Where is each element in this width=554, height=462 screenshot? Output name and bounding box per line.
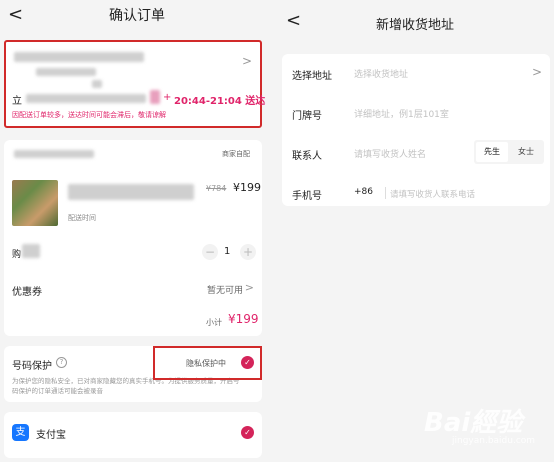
highlight-box	[153, 346, 262, 380]
select-address-label: 选择地址	[292, 71, 332, 82]
blurred-product-name	[68, 184, 194, 200]
coupon-label: 优惠券	[12, 287, 42, 298]
blurred-delivery-info	[26, 94, 146, 103]
current-price: ¥199	[233, 181, 261, 194]
coupon-value[interactable]: 暂无可用	[207, 283, 243, 296]
order-goods-card: 商家自配 ¥784 ¥199 配送时间 购 − 1 + 优惠券 暂无可用 > 小…	[4, 140, 262, 336]
address-form: 选择地址 选择收货地址 > 门牌号 详细地址，例1层101室 联系人 请填写收货…	[282, 54, 550, 206]
payment-card[interactable]: 支 支付宝 ✓	[4, 412, 262, 458]
delivery-delay-note: 因配送订单较多，送达时间可能会滞后，敬请谅解	[12, 111, 166, 119]
confirm-order-screen: < 确认订单 > 立 + 20:44-21:04 送达 因配送订单较多，送达时间…	[0, 0, 274, 462]
payment-check-icon[interactable]: ✓	[241, 426, 254, 439]
number-protection-title: 号码保护	[12, 361, 52, 372]
blurred-quantity-label	[22, 244, 40, 258]
quantity-label: 购	[12, 250, 22, 260]
contact-label: 联系人	[292, 151, 322, 162]
payment-method-label: 支付宝	[36, 430, 66, 441]
alipay-icon: 支	[12, 424, 29, 441]
header: < 新增收货地址	[276, 0, 554, 44]
delivery-time-tag: 配送时间	[68, 214, 96, 222]
watermark-url: jingyan.baidu.com	[452, 436, 536, 446]
gender-male-option[interactable]: 先生	[476, 142, 508, 162]
phone-label: 手机号	[292, 191, 322, 202]
delivery-time: 20:44-21:04 送达	[174, 96, 266, 107]
help-icon[interactable]: ?	[56, 357, 67, 368]
blurred-address-line-3	[92, 80, 102, 88]
subtotal-value: ¥199	[228, 312, 259, 326]
subtotal-label: 小计	[206, 318, 222, 327]
door-number-input[interactable]: 详细地址，例1层101室	[354, 107, 449, 120]
blurred-store-name	[14, 150, 94, 158]
blurred-address-line-1	[14, 52, 144, 62]
product-image	[12, 180, 58, 226]
new-address-screen: < 新增收货地址 选择地址 选择收货地址 > 门牌号 详细地址，例1层101室 …	[276, 0, 554, 462]
watermark: Bai經验	[424, 408, 523, 438]
gender-toggle: 先生 女士	[474, 140, 544, 164]
page-title: 确认订单	[109, 8, 165, 24]
blurred-address-line-2	[36, 68, 96, 76]
contact-name-input[interactable]: 请填写收货人姓名	[354, 147, 426, 160]
delivery-plus: +	[163, 92, 172, 103]
chevron-right-icon[interactable]: >	[532, 65, 542, 79]
country-code[interactable]: +86	[354, 187, 373, 197]
merchant-delivery-tag: 商家自配	[222, 150, 250, 158]
delivery-address-card[interactable]: > 立 + 20:44-21:04 送达 因配送订单较多，送达时间可能会滞后，敬…	[4, 40, 266, 128]
chevron-right-icon: >	[241, 54, 252, 68]
divider	[385, 187, 386, 199]
select-address-field[interactable]: 选择收货地址	[354, 67, 408, 80]
blurred-tag	[150, 90, 160, 104]
door-number-label: 门牌号	[292, 111, 322, 122]
original-price: ¥784	[206, 184, 227, 193]
header: < 确认订单	[0, 0, 274, 36]
phone-input[interactable]: 请填写收货人联系电话	[390, 188, 475, 200]
quantity-value: 1	[224, 246, 231, 257]
quantity-plus-button[interactable]: +	[240, 244, 256, 260]
chevron-right-icon[interactable]: >	[245, 281, 254, 294]
quantity-minus-button[interactable]: −	[202, 244, 218, 260]
delivery-prefix: 立	[12, 96, 22, 107]
gender-female-option[interactable]: 女士	[510, 142, 542, 162]
page-title: 新增收货地址	[375, 18, 454, 33]
